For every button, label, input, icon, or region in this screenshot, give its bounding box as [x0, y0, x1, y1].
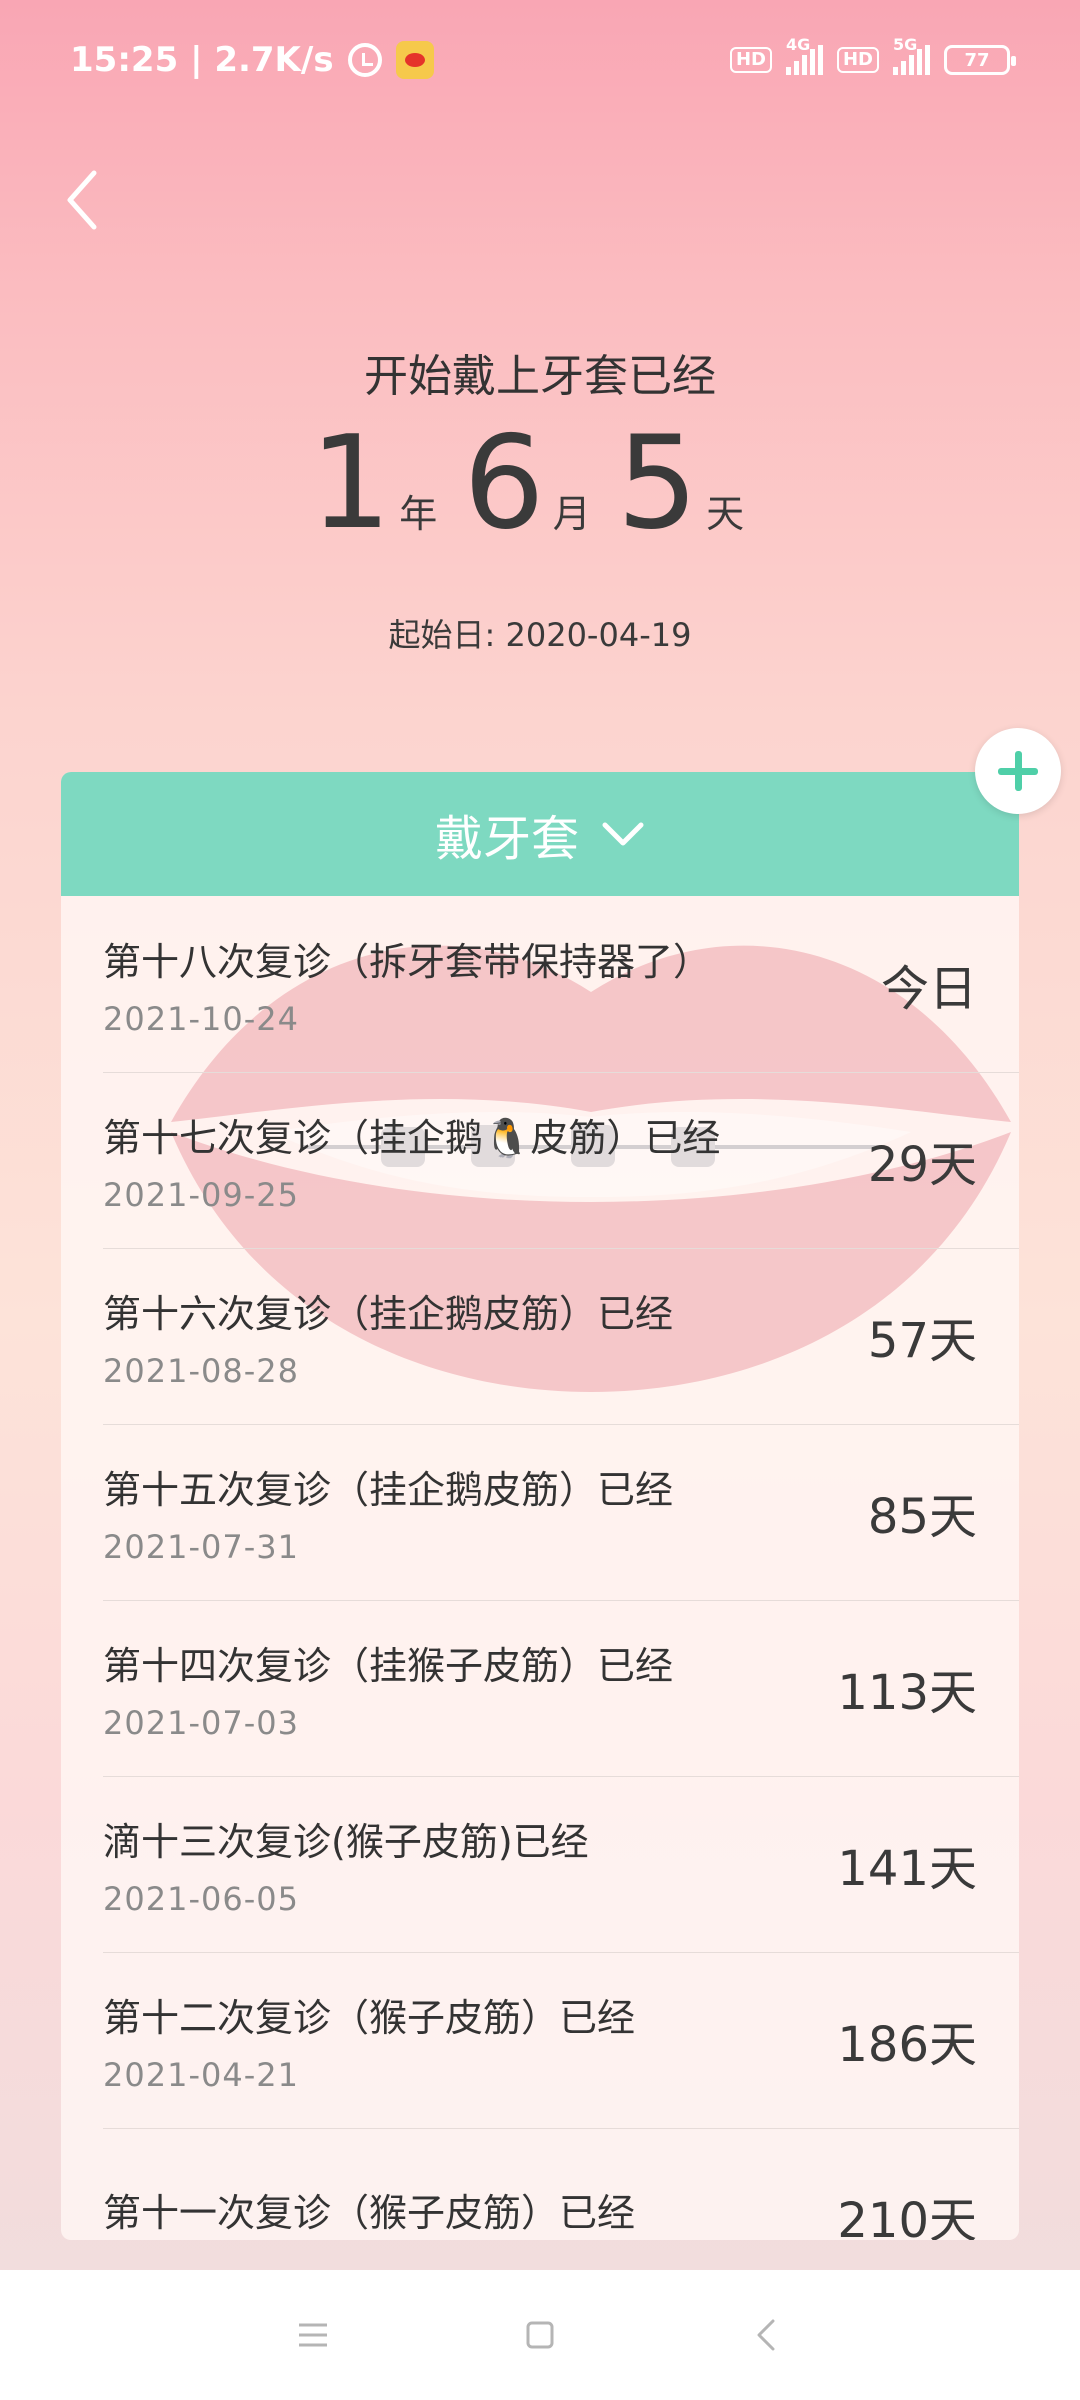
page-title: 开始戴上牙套已经	[364, 351, 716, 402]
duration-days: 5	[616, 409, 699, 558]
item-days: 今日	[880, 961, 977, 1017]
item-title: 第十四次复诊（挂猴子皮筋）已经	[103, 1643, 674, 1688]
item-title: 第十八次复诊（拆牙套带保持器了）	[103, 939, 712, 984]
item-days: 186天	[837, 2017, 977, 2073]
list-item[interactable]: 第十五次复诊（挂企鹅皮筋）已经 2021-07-31 85天	[61, 1424, 1019, 1600]
home-icon[interactable]	[520, 2315, 560, 2355]
back-nav-icon[interactable]	[747, 2315, 787, 2355]
item-title: 第十一次复诊（猴子皮筋）已经	[103, 2190, 636, 2235]
menu-icon[interactable]	[293, 2315, 333, 2355]
back-button[interactable]	[58, 165, 108, 235]
status-time-speed: 15:25 | 2.7K/s	[70, 40, 334, 80]
item-date: 2021-07-03	[103, 1703, 299, 1742]
duration-months-unit: 月	[552, 492, 591, 536]
category-selector[interactable]: 戴牙套	[61, 772, 1019, 896]
item-title: 第十七次复诊（挂企鹅🐧皮筋）已经	[103, 1115, 721, 1160]
list-item[interactable]: 第十八次复诊（拆牙套带保持器了） 2021-10-24 今日	[61, 896, 1019, 1072]
list-item[interactable]: 第十四次复诊（挂猴子皮筋）已经 2021-07-03 113天	[61, 1600, 1019, 1776]
item-date: 2021-04-21	[103, 2055, 299, 2094]
signal-5g-icon: 5G	[893, 35, 930, 75]
hd-badge-2: HD	[836, 47, 879, 73]
item-days: 113天	[837, 1665, 977, 1721]
start-date: 起始日: 2020-04-19	[388, 616, 692, 654]
system-nav-bar	[0, 2270, 1080, 2400]
list-item[interactable]: 第十二次复诊（猴子皮筋）已经 2021-04-21 186天	[61, 1952, 1019, 2128]
item-title: 第十六次复诊（挂企鹅皮筋）已经	[103, 1291, 674, 1336]
item-date: 2021-10-24	[103, 999, 299, 1038]
list-item[interactable]: 第十七次复诊（挂企鹅🐧皮筋）已经 2021-09-25 29天	[61, 1072, 1019, 1248]
chevron-down-icon	[602, 822, 644, 846]
item-date: 2021-09-25	[103, 1175, 299, 1214]
item-days: 29天	[867, 1137, 977, 1193]
status-bar: 15:25 | 2.7K/s HD 4G HD 5G 77	[0, 0, 1080, 120]
list-item[interactable]: 滴十三次复诊(猴子皮筋)已经 2021-06-05 141天	[61, 1776, 1019, 1952]
item-title: 第十二次复诊（猴子皮筋）已经	[103, 1995, 636, 2040]
item-days: 57天	[867, 1313, 977, 1369]
alarm-icon	[347, 43, 382, 77]
duration-years: 1	[309, 409, 392, 558]
duration-months: 6	[463, 409, 545, 558]
list-item[interactable]: 第十一次复诊（猴子皮筋）已经 210天	[61, 2128, 1019, 2240]
event-card: 戴牙套 第十八次复诊（拆牙套带保持器了） 2021-10-24 今日 第十七次复…	[61, 772, 1019, 2240]
chevron-left-icon	[67, 170, 97, 230]
status-right: HD 4G HD 5G 77	[729, 35, 1016, 75]
item-days: 85天	[867, 1489, 977, 1545]
item-date: 2021-07-31	[103, 1527, 299, 1566]
item-title: 滴十三次复诊(猴子皮筋)已经	[103, 1819, 589, 1864]
list-item[interactable]: 第十六次复诊（挂企鹅皮筋）已经 2021-08-28 57天	[61, 1248, 1019, 1424]
add-button[interactable]	[975, 728, 1061, 814]
weibo-icon	[395, 41, 434, 79]
item-title: 第十五次复诊（挂企鹅皮筋）已经	[103, 1467, 674, 1512]
item-date: 2021-08-28	[103, 1351, 299, 1390]
battery-level: 77	[964, 49, 990, 71]
hd-badge-1: HD	[729, 47, 772, 73]
duration-display: 1 年 6 月 5 天	[0, 420, 1080, 548]
battery-icon: 77	[944, 45, 1016, 75]
status-left: 15:25 | 2.7K/s	[70, 40, 434, 80]
event-list: 第十八次复诊（拆牙套带保持器了） 2021-10-24 今日 第十七次复诊（挂企…	[61, 896, 1019, 2240]
item-days: 141天	[837, 1841, 977, 1897]
duration-days-unit: 天	[706, 492, 745, 536]
item-days: 210天	[837, 2193, 977, 2240]
duration-years-unit: 年	[399, 492, 438, 536]
category-label: 戴牙套	[434, 811, 579, 867]
item-date: 2021-06-05	[103, 1879, 299, 1918]
signal-4g-icon: 4G	[785, 35, 823, 75]
